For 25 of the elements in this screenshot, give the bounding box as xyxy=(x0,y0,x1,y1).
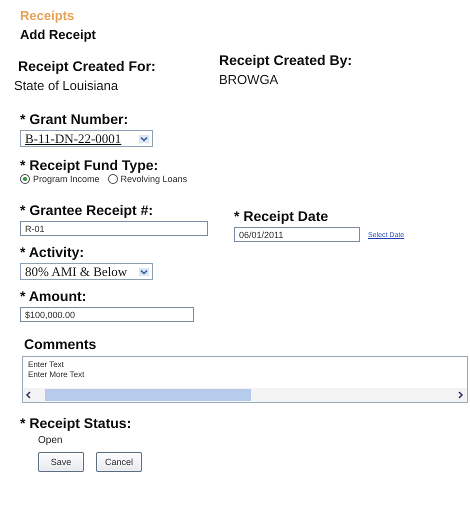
comments-field[interactable]: Enter Text Enter More Text xyxy=(22,356,468,403)
date-field[interactable]: 06/01/2011 xyxy=(234,227,360,242)
field-label: Comments xyxy=(24,336,98,352)
radio-option[interactable]: Revolving Loans xyxy=(108,174,188,184)
field-label: * Receipt Fund Type: xyxy=(20,157,160,173)
field-label: Receipt Created By: xyxy=(219,52,352,68)
breadcrumb: Receipts xyxy=(20,8,76,23)
field-value: BROWGA xyxy=(219,72,280,87)
field-label: Receipt Created For: xyxy=(18,58,157,74)
field-label: * Grantee Receipt #: xyxy=(20,202,154,218)
field-value: Open xyxy=(38,435,64,446)
input-field[interactable]: $100,000.00 xyxy=(20,307,194,322)
input-field[interactable]: R-01 xyxy=(20,221,208,236)
field-value: State of Louisiana xyxy=(14,78,120,93)
form-button[interactable]: Save xyxy=(38,452,84,472)
field-label: * Receipt Status: xyxy=(20,415,132,431)
field-label: * Receipt Date xyxy=(234,208,330,224)
field-label: * Activity: xyxy=(20,244,86,260)
grant-number-select[interactable]: B-11-DN-22-0001 xyxy=(20,130,153,147)
radio-option[interactable]: Program Income xyxy=(20,174,100,184)
activity-select[interactable]: 80% AMI & Below xyxy=(20,263,153,280)
field-label: * Amount: xyxy=(20,288,88,304)
form-button[interactable]: Cancel xyxy=(96,452,142,472)
field-label: * Grant Number: xyxy=(20,111,130,127)
page-title: Add Receipt xyxy=(20,27,97,42)
